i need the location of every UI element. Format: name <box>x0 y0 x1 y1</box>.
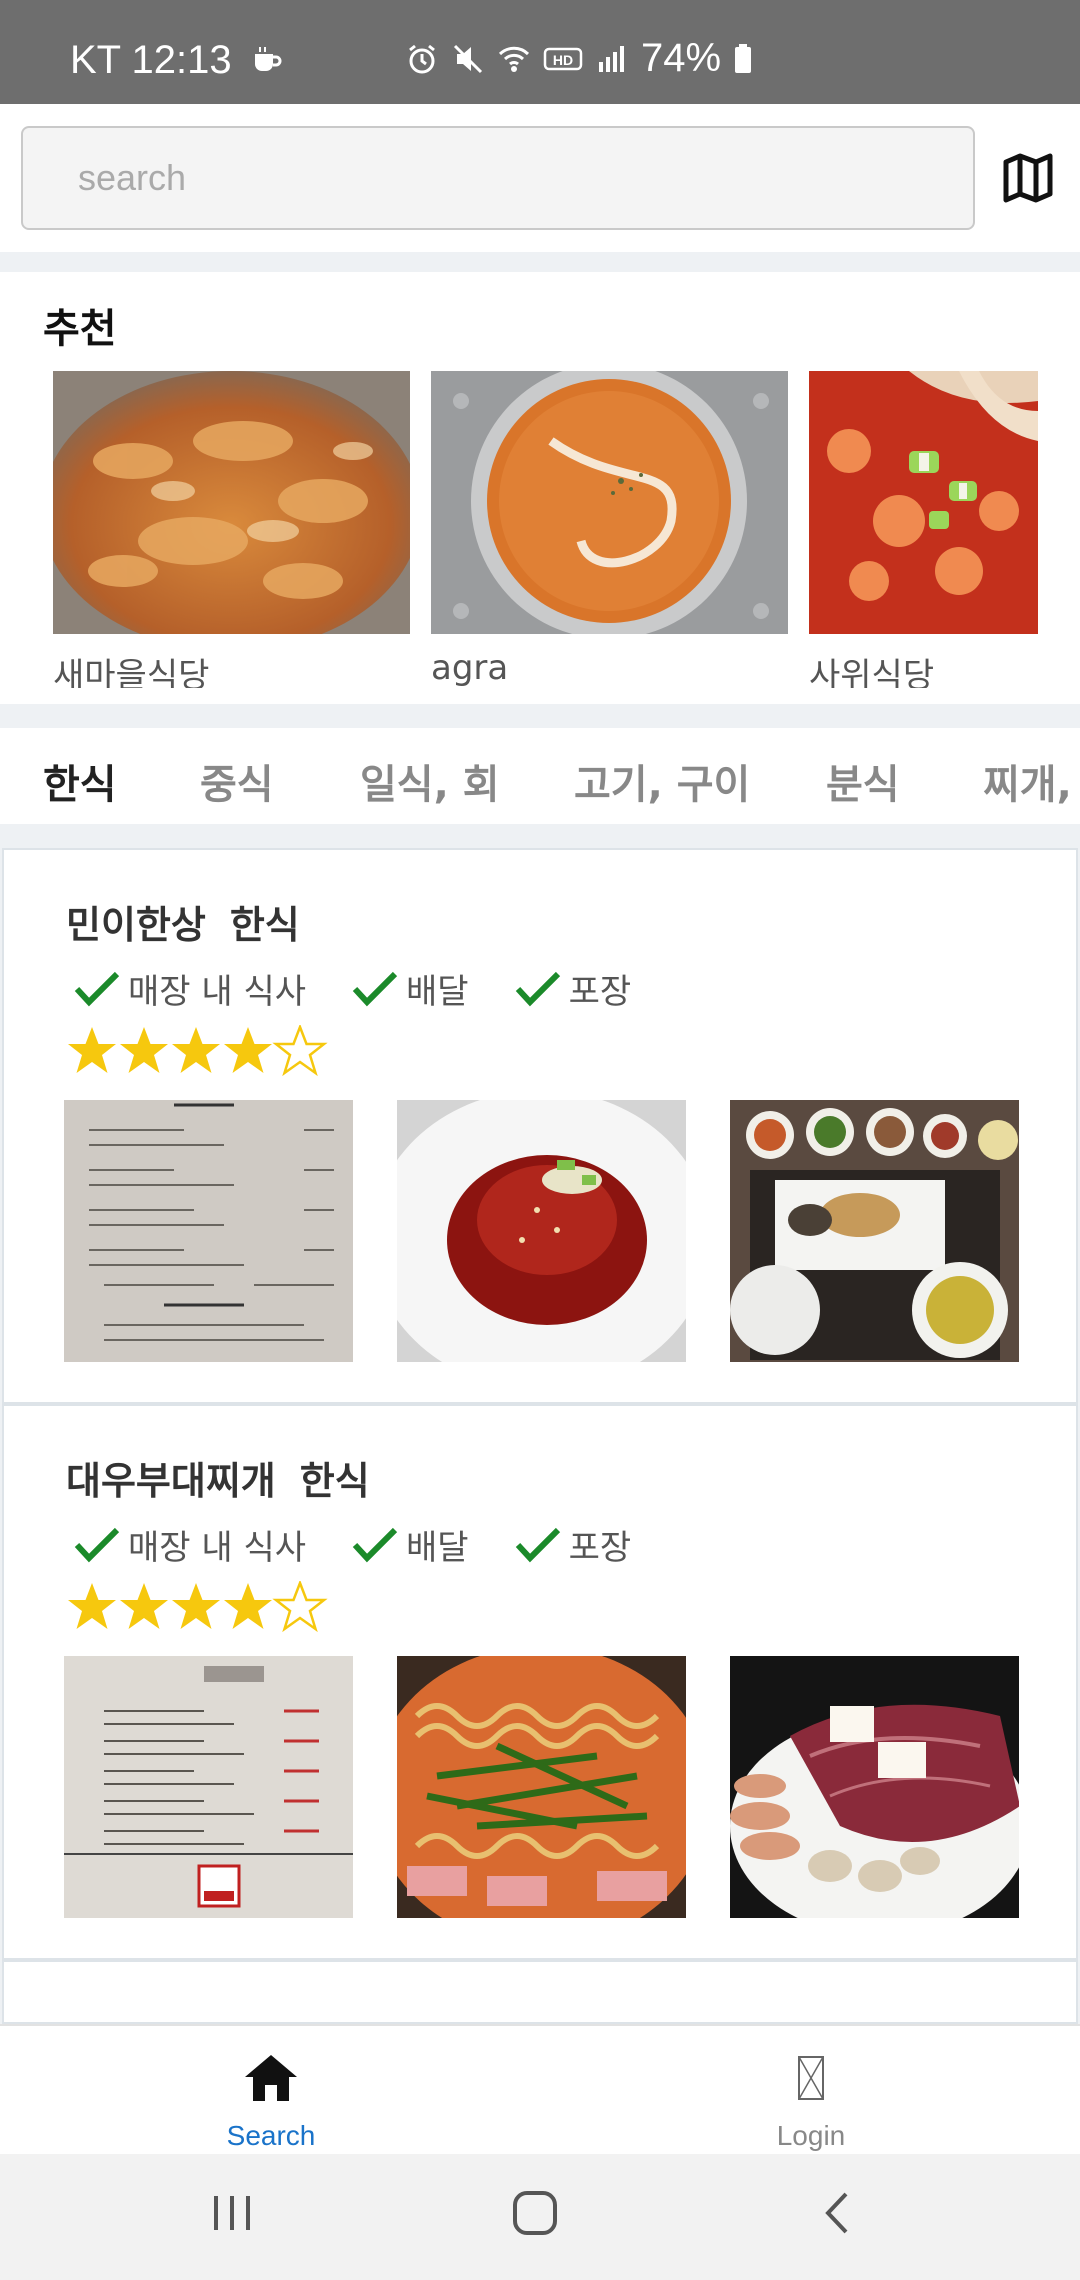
hd-icon: HD <box>543 47 583 70</box>
reco-name: 사위식당 <box>809 656 935 688</box>
back-icon[interactable] <box>818 2188 858 2238</box>
battery-percent: 74% <box>641 36 722 80</box>
recent-apps-icon[interactable] <box>210 2188 254 2238</box>
tab-gogi[interactable]: 고기, 구이 <box>574 752 750 810</box>
photo-set-meal[interactable] <box>730 1100 1019 1362</box>
star-rating-icon <box>68 1581 326 1631</box>
map-icon[interactable] <box>1000 150 1056 206</box>
restaurant-card[interactable]: 민이한상 한식 매장 내 식사 배달 포장 <box>2 848 1078 1404</box>
nav-search[interactable]: Search <box>121 2046 421 2152</box>
nav-login-label: Login <box>776 2120 846 2151</box>
rating-stars <box>66 1581 328 1635</box>
service-list: 매장 내 식사 배달 포장 <box>74 964 631 1013</box>
home-button-icon[interactable] <box>510 2188 560 2238</box>
reco-photo[interactable] <box>431 371 788 634</box>
check-icon <box>515 1527 560 1562</box>
reco-name: agra <box>431 648 509 688</box>
nav-search-label: Search <box>226 2120 316 2151</box>
reco-card[interactable]: 새마을식당 <box>53 371 410 688</box>
nav-login[interactable]: Login <box>661 2046 961 2152</box>
restaurant-category: 한식 <box>229 903 300 947</box>
tab-jungsik[interactable]: 중식 <box>200 752 274 810</box>
tab-bunsik[interactable]: 분식 <box>826 752 900 810</box>
rating-stars <box>66 1025 328 1079</box>
service-list: 매장 내 식사 배달 포장 <box>74 1520 631 1569</box>
wifi-icon <box>498 46 530 72</box>
recommendation-section: 추천 새마을식당 agra 사위식당 <box>0 272 1080 704</box>
system-nav-bar <box>0 2154 1080 2280</box>
photo-budae-jjigae[interactable] <box>397 1656 686 1918</box>
svg-text:HD: HD <box>553 52 573 68</box>
search-header <box>0 104 1080 252</box>
photo-menu-board[interactable] <box>64 1100 353 1362</box>
service-takeout: 포장 <box>515 1520 631 1569</box>
reco-card[interactable]: 사위식당 <box>809 371 1038 688</box>
restaurant-name: 대우부대찌개 <box>66 1459 276 1503</box>
bottom-nav: Search Login <box>0 2024 1080 2154</box>
reco-name: 새마을식당 <box>53 656 210 688</box>
service-dine-in: 매장 내 식사 <box>74 964 306 1013</box>
tab-jjigae[interactable]: 찌개, <box>983 752 1072 810</box>
photo-row <box>64 1656 1019 1918</box>
photo-row <box>64 1100 1019 1362</box>
battery-icon <box>735 43 752 73</box>
reco-photo[interactable] <box>809 371 1038 634</box>
carrier-time: KT 12:13 <box>70 38 232 82</box>
reco-photo[interactable] <box>53 371 410 634</box>
check-icon <box>515 971 560 1006</box>
search-box[interactable] <box>21 126 975 230</box>
status-bar: KT 12:13 HD 74% <box>0 0 1080 104</box>
coffee-icon <box>254 46 282 71</box>
home-icon <box>245 2055 297 2101</box>
reco-card[interactable]: agra <box>431 371 788 688</box>
photo-menu-board[interactable] <box>64 1656 353 1918</box>
check-icon <box>74 971 120 1006</box>
tab-ilsik[interactable]: 일식, 회 <box>360 752 500 810</box>
restaurant-category: 한식 <box>299 1459 370 1503</box>
restaurant-card-partial[interactable] <box>2 1960 1078 2024</box>
login-icon <box>798 2056 824 2100</box>
check-icon <box>352 971 398 1006</box>
restaurant-name: 민이한상 <box>66 903 206 947</box>
check-icon <box>74 1527 120 1562</box>
service-takeout: 포장 <box>515 964 631 1013</box>
photo-steak[interactable] <box>730 1656 1019 1918</box>
photo-spicy-dish[interactable] <box>397 1100 686 1362</box>
search-input[interactable] <box>78 157 973 199</box>
service-delivery: 배달 <box>352 964 469 1013</box>
restaurant-title: 민이한상 한식 <box>66 894 300 949</box>
tab-hansik[interactable]: 한식 <box>43 752 117 810</box>
check-icon <box>352 1527 398 1562</box>
reco-title: 추천 <box>43 306 117 352</box>
alarm-icon <box>409 44 435 73</box>
category-tabs: 한식 중식 일식, 회 고기, 구이 분식 찌개, <box>0 728 1080 824</box>
restaurant-title: 대우부대찌개 한식 <box>66 1450 370 1505</box>
service-delivery: 배달 <box>352 1520 469 1569</box>
restaurant-card[interactable]: 대우부대찌개 한식 매장 내 식사 배달 포장 <box>2 1404 1078 1960</box>
service-dine-in: 매장 내 식사 <box>74 1520 306 1569</box>
mute-icon <box>453 44 483 73</box>
signal-icon <box>599 45 624 72</box>
star-rating-icon <box>68 1025 326 1075</box>
